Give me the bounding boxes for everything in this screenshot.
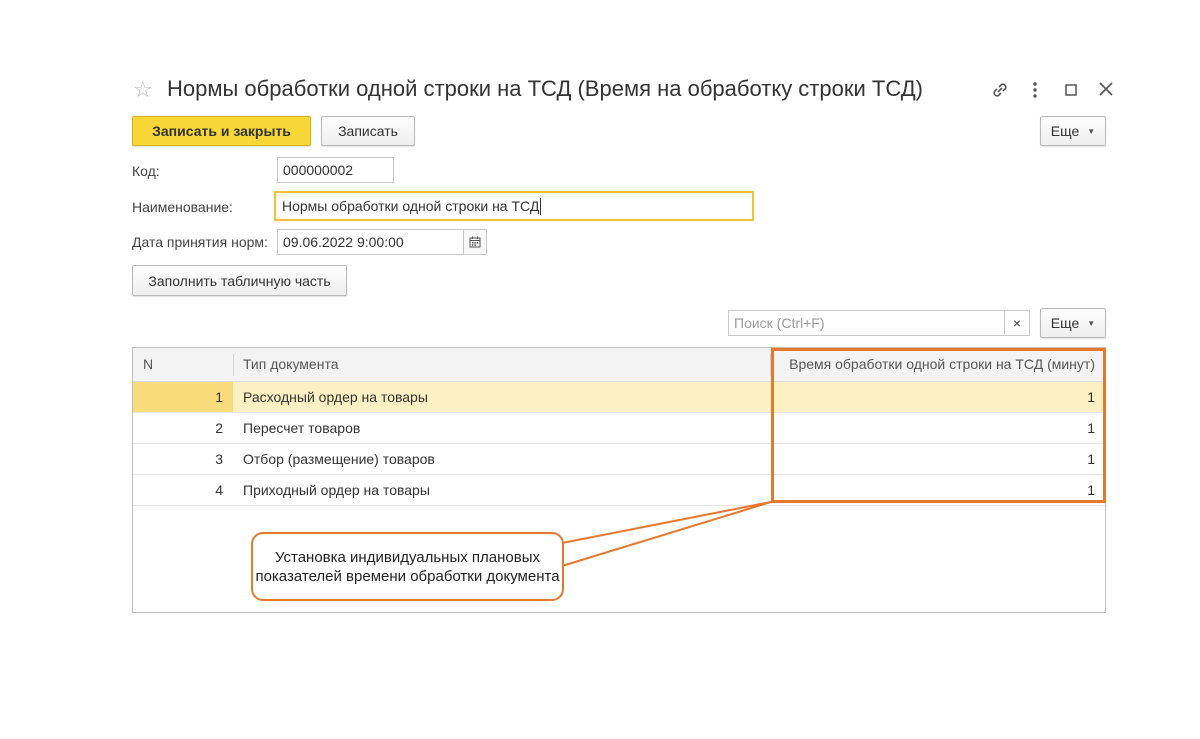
name-field[interactable]: Нормы обработки одной строки на ТСД	[274, 191, 754, 221]
more-button-label: Еще	[1050, 123, 1080, 139]
more-vertical-icon[interactable]	[1024, 80, 1046, 104]
chevron-down-icon: ▼	[1087, 126, 1096, 136]
save-button[interactable]: Записать	[321, 116, 415, 146]
date-value: 09.06.2022 9:00:00	[283, 234, 404, 250]
window-title: Нормы обработки одной строки на ТСД (Вре…	[167, 76, 923, 101]
clear-search-icon[interactable]: ×	[1004, 310, 1030, 336]
doc-type-cell: Отбор (размещение) товаров	[243, 451, 435, 467]
row-number: 2	[215, 420, 223, 436]
maximize-icon[interactable]	[1060, 80, 1082, 106]
doc-type-cell: Пересчет товаров	[243, 420, 361, 436]
favorite-star-icon[interactable]: ☆	[133, 76, 153, 104]
date-field[interactable]: 09.06.2022 9:00:00	[277, 229, 464, 255]
column-header-doc-type[interactable]: Тип документа	[243, 348, 339, 381]
code-label: Код:	[132, 163, 160, 179]
chevron-down-icon: ▼	[1087, 318, 1096, 328]
annotation-callout: Установка индивидуальных плановых показа…	[251, 532, 564, 601]
fill-table-button[interactable]: Заполнить табличную часть	[132, 265, 347, 296]
time-column-highlight	[771, 348, 1106, 503]
column-header-n[interactable]: N	[143, 348, 153, 381]
code-value: 000000002	[283, 162, 354, 178]
table-more-button[interactable]: Еще ▼	[1040, 308, 1106, 338]
date-label: Дата принятия норм:	[132, 234, 268, 250]
more-button-label: Еще	[1050, 315, 1080, 331]
row-number: 4	[215, 482, 223, 498]
text-cursor	[540, 197, 542, 215]
code-field[interactable]: 000000002	[277, 157, 394, 183]
doc-type-cell: Расходный ордер на товары	[243, 389, 428, 405]
row-number: 1	[133, 382, 233, 412]
column-divider	[233, 354, 234, 376]
doc-type-cell: Приходный ордер на товары	[243, 482, 430, 498]
link-icon[interactable]	[989, 80, 1011, 106]
search-input[interactable]: Поиск (Ctrl+F)	[728, 310, 1005, 336]
row-number: 3	[215, 451, 223, 467]
name-value: Нормы обработки одной строки на ТСД	[282, 198, 540, 214]
annotation-text: Установка индивидуальных плановых показа…	[255, 548, 560, 585]
save-and-close-button[interactable]: Записать и закрыть	[132, 116, 311, 146]
calendar-icon[interactable]	[463, 229, 487, 255]
close-icon[interactable]	[1095, 79, 1117, 103]
name-label: Наименование:	[132, 199, 233, 215]
form-more-button[interactable]: Еще ▼	[1040, 116, 1106, 146]
search-placeholder: Поиск (Ctrl+F)	[734, 315, 825, 331]
